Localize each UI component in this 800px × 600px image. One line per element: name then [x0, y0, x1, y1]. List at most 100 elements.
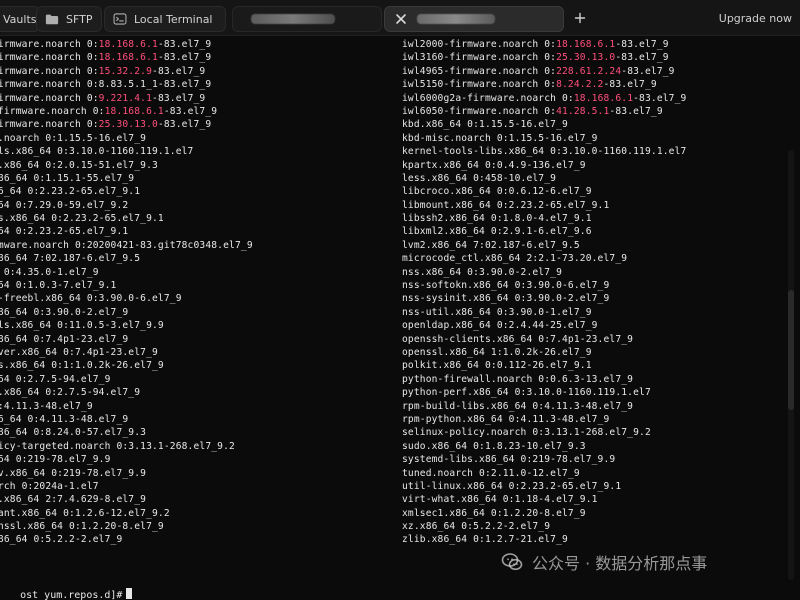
- left-line: 0:4.11.3-48.el7_9: [0, 400, 352, 413]
- terminal-text: -83.el7_9: [615, 52, 669, 64]
- terminal-text: sudo.x86_64 0:1.8.23-10.el7_9.3: [402, 440, 586, 452]
- watermark: 公众号 · 数据分析那点事: [500, 544, 800, 580]
- terminal-text: firmware.noarch 0:: [0, 39, 99, 50]
- right-line: nss-sysinit.x86_64 0:3.90.0-2.el7_9: [402, 292, 742, 305]
- right-line: iwl6050-firmware.noarch 0:41.28.5.1-83.e…: [402, 105, 742, 118]
- terminal-text: c.noarch 0:1.15.5-16.el7_9: [0, 132, 147, 144]
- left-line: rver.x86_64 0:7.4p1-23.el7_9: [0, 346, 352, 359]
- upgrade-now-link[interactable]: Upgrade now: [719, 12, 792, 25]
- left-line: _64 0:7.29.0-59.el7_9.2: [0, 199, 352, 212]
- terminal-text: firmware.noarch 0:: [0, 92, 99, 104]
- terminal-text: enssl.x86_64 0:1.2.20-8.el7_9: [0, 521, 164, 533]
- terminal-text: libxml2.x86_64 0:2.9.1-6.el7_9.6: [402, 226, 592, 238]
- tab-remote-host[interactable]: [232, 6, 382, 32]
- terminal-scrollbar-thumb[interactable]: [788, 290, 794, 410]
- close-icon[interactable]: [393, 11, 409, 27]
- right-line: libmount.x86_64 0:2.23.2-65.el7_9.1: [402, 199, 742, 212]
- terminal-text: -83.el7_9: [633, 92, 687, 104]
- terminal-text: -83.el7_9: [157, 52, 212, 64]
- terminal-text: _64 0:2.7.5-94.el7_9: [0, 373, 111, 385]
- terminal-text: x86_64 0:3.90.0-2.el7_9: [0, 306, 129, 318]
- right-line: kbd.x86_64 0:1.15.5-16.el7_9: [402, 118, 742, 131]
- local-terminal-icon: [113, 12, 127, 26]
- right-line: kbd-misc.noarch 0:1.15.5-16.el7_9: [402, 132, 742, 145]
- terminal-text: openssl.x86_64 1:1.0.2k-26.el7_9: [402, 346, 592, 358]
- left-line: firmware.noarch 0:25.30.13.0-83.el7_9: [0, 118, 352, 131]
- right-line: nss-util.x86_64 0:3.90.0-1.el7_9: [402, 306, 742, 319]
- left-line: s.x86_64 0:2.0.15-51.el7_9.3: [0, 159, 352, 172]
- left-line: c.noarch 0:1.15.5-16.el7_9: [0, 132, 352, 145]
- right-line: sudo.x86_64 0:1.8.23-10.el7_9.3: [402, 440, 742, 453]
- terminal-scrollbar[interactable]: [788, 150, 794, 580]
- terminal-output[interactable]: firmware.noarch 0:18.168.6.1-83.el7_9 fir…: [0, 36, 800, 600]
- highlighted-version: 9.221.4.1: [98, 92, 153, 104]
- right-line: virt-what.x86_64 0:1.18-4.el7_9.1: [402, 493, 742, 506]
- terminal-text: libcroco.x86_64 0:0.6.12-6.el7_9: [402, 186, 592, 198]
- tab-sftp[interactable]: SFTP: [36, 6, 102, 32]
- terminal-text: xmlsec1.x86_64 0:1.2.20-8.el7_9: [402, 507, 586, 519]
- new-tab-button[interactable]: [572, 10, 588, 26]
- terminal-text: selinux-policy.noarch 0:3.13.1-268.el7_9…: [402, 427, 651, 439]
- wechat-icon: [500, 550, 524, 574]
- terminal-text: -83.el7_9: [157, 119, 212, 131]
- terminal-text: nss.x86_64 0:3.90.0-2.el7_9: [402, 266, 562, 278]
- right-line: microcode_ctl.x86_64 2:2.1-73.20.el7_9: [402, 252, 742, 265]
- terminal-text: iwl2000-firmware.noarch 0:: [402, 39, 557, 50]
- highlighted-version: 18.168.6.1: [556, 39, 616, 50]
- terminal-text: lvm2.x86_64 7:02.187-6.el7_9.5: [402, 239, 580, 251]
- terminal-text: ols.x86_64 0:11.0.5-3.el7_9.9: [0, 320, 164, 332]
- terminal-text: 86_64 0:2.23.2-65.el7_9.1: [0, 186, 141, 198]
- terminal-text: -83.el7_9: [609, 105, 663, 117]
- terminal-text: arch 0:2024a-1.el7: [0, 480, 99, 492]
- watermark-text: 公众号 · 数据分析那点事: [532, 554, 708, 573]
- highlighted-version: 15.32.2.9: [98, 65, 153, 77]
- left-line: ols.x86_64 0:3.10.0-1160.119.1.el7: [0, 145, 352, 158]
- right-line: xmlsec1.x86_64 0:1.2.20-8.el7_9: [402, 507, 742, 520]
- right-line: lvm2.x86_64 7:02.187-6.el7_9.5: [402, 239, 742, 252]
- left-line: l.x86_64 2:7.4.629-8.el7_9: [0, 493, 352, 506]
- terminal-text: x86_64 0:5.2.2-2.el7_9: [0, 534, 123, 546]
- right-line: tuned.noarch 0:2.11.0-12.el7_9: [402, 467, 742, 480]
- right-line: util-linux.x86_64 0:2.23.2-65.el7_9.1: [402, 480, 742, 493]
- terminal-text: _64 0:7.29.0-59.el7_9.2: [0, 199, 129, 211]
- terminal-text: licy-targeted.noarch 0:3.13.1-268.el7_9.…: [0, 440, 235, 452]
- highlighted-version: 25.30.13.0: [98, 119, 158, 131]
- left-line: 4 0:4.35.0-1.el7_9: [0, 266, 352, 279]
- terminal-text: systemd-libs.x86_64 0:219-78.el7_9.9: [402, 454, 616, 466]
- right-line: polkit.x86_64 0:0.112-26.el7_9.1: [402, 359, 742, 372]
- terminal-text: rpm-python.x86_64 0:4.11.3-48.el7_9: [402, 413, 610, 425]
- left-line: firmware.noarch 0:9.221.4.1-83.el7_9: [0, 92, 352, 105]
- right-line: iwl3160-firmware.noarch 0:25.30.13.0-83.…: [402, 51, 742, 64]
- terminal-text: -83.el7_9: [163, 105, 218, 117]
- terminal-text: ls.x86_64 0:2.23.2-65.el7_9.1: [0, 213, 164, 225]
- terminal-right-column: iwl2000-firmware.noarch 0:18.168.6.1 -83.…: [402, 38, 742, 547]
- terminal-prompt[interactable]: ost yum.repos.d]#: [0, 576, 133, 600]
- right-line: iwl4965-firmware.noarch 0:228.61.2.24-83…: [402, 65, 742, 78]
- terminal-text: iwl3160-firmware.noarch 0:: [402, 52, 557, 64]
- terminal-left-column: firmware.noarch 0:18.168.6.1-83.el7_9 fir…: [0, 38, 352, 547]
- left-line: x86_64 0:7.4p1-23.el7_9: [0, 333, 352, 346]
- tab-sftp-label: SFTP: [66, 12, 93, 26]
- tab-vaults[interactable]: Vaults: [0, 6, 40, 32]
- right-line: kernel-tools-libs.x86_64 0:3.10.0-1160.1…: [402, 145, 742, 158]
- right-line: iwl5150-firmware.noarch 0:8.24.2.2-83.el…: [402, 78, 742, 91]
- tab-local-terminal[interactable]: Local Terminal: [104, 6, 226, 32]
- terminal-text: ols.x86_64 0:3.10.0-1160.119.1.el7: [0, 146, 194, 158]
- terminal-text: iwl5150-firmware.noarch 0:: [402, 79, 557, 91]
- right-line: less.x86_64 0:458-10.el7_9: [402, 172, 742, 185]
- terminal-text: libssh2.x86_64 0:1.8.0-4.el7_9.1: [402, 213, 592, 225]
- terminal-text: less.x86_64 0:458-10.el7_9: [402, 172, 557, 184]
- terminal-text: x86_64 0:7.4p1-23.el7_9: [0, 333, 129, 345]
- terminal-text: iwl4965-firmware.noarch 0:: [402, 65, 557, 77]
- terminal-text: polkit.x86_64 0:0.112-26.el7_9.1: [402, 360, 592, 372]
- tab-active-session[interactable]: [384, 6, 564, 32]
- right-line: rpm-build-libs.x86_64 0:4.11.3-48.el7_9: [402, 400, 742, 413]
- left-line: rmware.noarch 0:20200421-83.git78c0348.e…: [0, 239, 352, 252]
- right-line: python-firewall.noarch 0:0.6.3-13.el7_9: [402, 373, 742, 386]
- highlighted-version: 228.61.2.24: [556, 65, 622, 77]
- terminal-text: cant.x86_64 0:1.2.6-12.el7_9.2: [0, 507, 170, 519]
- right-line: selinux-policy.noarch 0:3.13.1-268.el7_9…: [402, 426, 742, 439]
- left-line: sv.x86_64 0:219-78.el7_9.9: [0, 467, 352, 480]
- blurred-tab-title: [251, 14, 335, 24]
- terminal-text: -firmware.noarch 0:: [0, 105, 105, 117]
